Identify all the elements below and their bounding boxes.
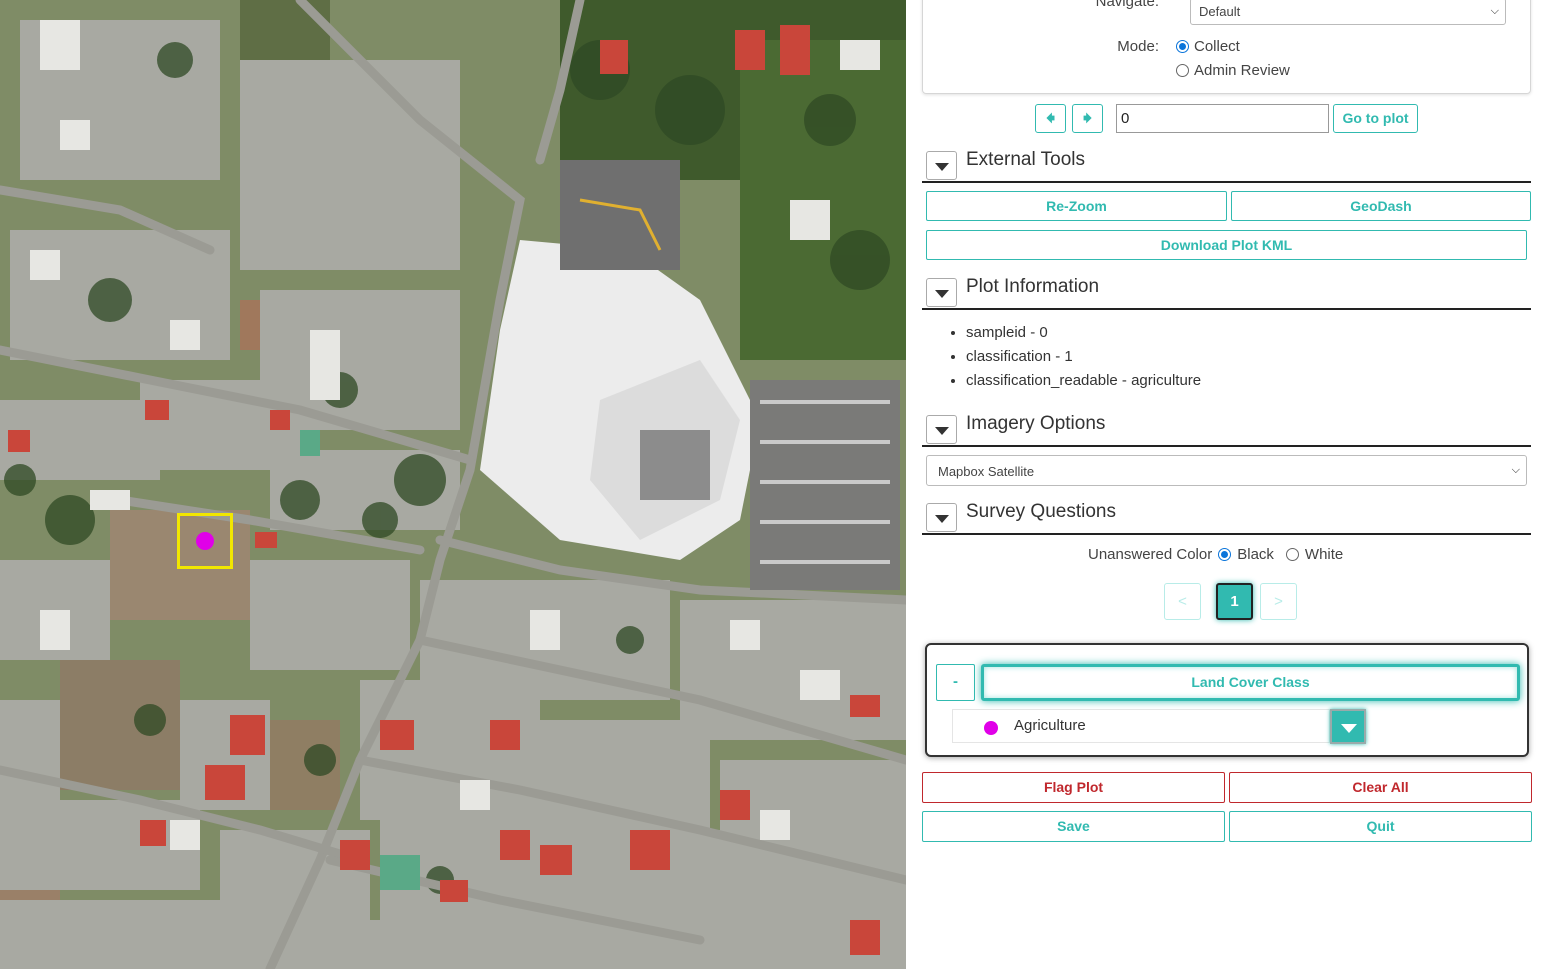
external-tools-collapse-button[interactable] — [926, 151, 957, 180]
plot-information-header: Plot Information — [922, 274, 1531, 310]
mode-collect-label: Collect — [1194, 38, 1240, 55]
mode-collect-radio[interactable] — [1176, 40, 1189, 53]
survey-question-card: - Land Cover Class Agriculture — [925, 643, 1529, 757]
plot-information-title: Plot Information — [966, 276, 1100, 297]
download-plot-kml-button[interactable]: Download Plot KML — [926, 230, 1527, 260]
quit-button[interactable]: Quit — [1229, 811, 1532, 842]
next-plot-button[interactable]: 🠺 — [1072, 104, 1103, 133]
navigate-select-value: Default — [1199, 4, 1241, 19]
geodash-button[interactable]: GeoDash — [1231, 191, 1531, 221]
imagery-select[interactable]: Mapbox Satellite ⌵ — [926, 455, 1527, 486]
answer-option-agriculture[interactable]: Agriculture — [952, 709, 1330, 743]
list-item: sampleid - 0 — [966, 321, 1201, 345]
navigation-card: Navigate: Default ⌵ Mode: Collect Admin … — [922, 0, 1531, 94]
question-land-cover-class-button[interactable]: Land Cover Class — [981, 664, 1520, 701]
question-page-prev-button[interactable]: < — [1164, 583, 1201, 620]
arrow-right-icon: 🠺 — [1082, 108, 1093, 128]
unanswered-color-control: Unanswered Color Black White — [1088, 546, 1343, 563]
save-button[interactable]: Save — [922, 811, 1225, 842]
color-white-label: White — [1304, 546, 1344, 563]
survey-questions-title: Survey Questions — [966, 501, 1116, 522]
mode-option-admin-review[interactable]: Admin Review — [1176, 62, 1290, 79]
arrow-left-icon: 🠸 — [1045, 108, 1056, 128]
external-tools-header: External Tools — [922, 147, 1531, 183]
color-black-label: Black — [1237, 546, 1274, 563]
go-to-plot-button[interactable]: Go to plot — [1333, 104, 1418, 133]
collect-page: Navigate: Default ⌵ Mode: Collect Admin … — [0, 0, 1546, 969]
imagery-select-value: Mapbox Satellite — [938, 464, 1035, 479]
plot-information-collapse-button[interactable] — [926, 278, 957, 307]
navigate-select[interactable]: Default ⌵ — [1190, 0, 1506, 25]
question-page-1-button[interactable]: 1 — [1216, 583, 1253, 620]
answer-dropdown-button[interactable] — [1330, 709, 1366, 744]
color-black-radio[interactable] — [1218, 548, 1232, 561]
mode-label: Mode: — [1117, 38, 1159, 55]
imagery-options-header: Imagery Options — [922, 411, 1531, 447]
answer-color-dot — [984, 721, 998, 735]
list-item: classification - 1 — [966, 345, 1201, 369]
clear-all-button[interactable]: Clear All — [1229, 772, 1532, 803]
chevron-down-icon: ⌵ — [1490, 5, 1499, 17]
satellite-map[interactable] — [0, 0, 906, 969]
collapse-question-button[interactable]: - — [936, 664, 975, 701]
rezoom-button[interactable]: Re-Zoom — [926, 191, 1227, 221]
satellite-imagery — [0, 0, 906, 969]
plot-information-list: sampleid - 0 classification - 1 classifi… — [966, 321, 1201, 393]
survey-questions-header: Survey Questions — [922, 499, 1531, 535]
question-page-next-button[interactable]: > — [1260, 583, 1297, 620]
list-item: classification_readable - agriculture — [966, 369, 1201, 393]
navigate-label: Navigate: — [1095, 0, 1159, 10]
sample-point-marker[interactable] — [196, 532, 214, 550]
flag-plot-button[interactable]: Flag Plot — [922, 772, 1225, 803]
imagery-options-collapse-button[interactable] — [926, 415, 957, 444]
chevron-down-icon: ⌵ — [1511, 464, 1520, 476]
unanswered-color-label: Unanswered Color — [1088, 546, 1213, 563]
color-white-radio[interactable] — [1285, 548, 1299, 561]
mode-option-collect[interactable]: Collect — [1176, 38, 1240, 55]
survey-questions-collapse-button[interactable] — [926, 503, 957, 532]
plot-number-input[interactable]: 0 — [1116, 104, 1329, 133]
collection-sidebar: Navigate: Default ⌵ Mode: Collect Admin … — [906, 0, 1546, 969]
external-tools-title: External Tools — [966, 149, 1085, 170]
prev-plot-button[interactable]: 🠸 — [1035, 104, 1066, 133]
mode-admin-review-radio[interactable] — [1176, 64, 1189, 77]
answer-label: Agriculture — [1014, 717, 1086, 734]
mode-admin-review-label: Admin Review — [1194, 62, 1290, 79]
imagery-options-title: Imagery Options — [966, 413, 1106, 434]
